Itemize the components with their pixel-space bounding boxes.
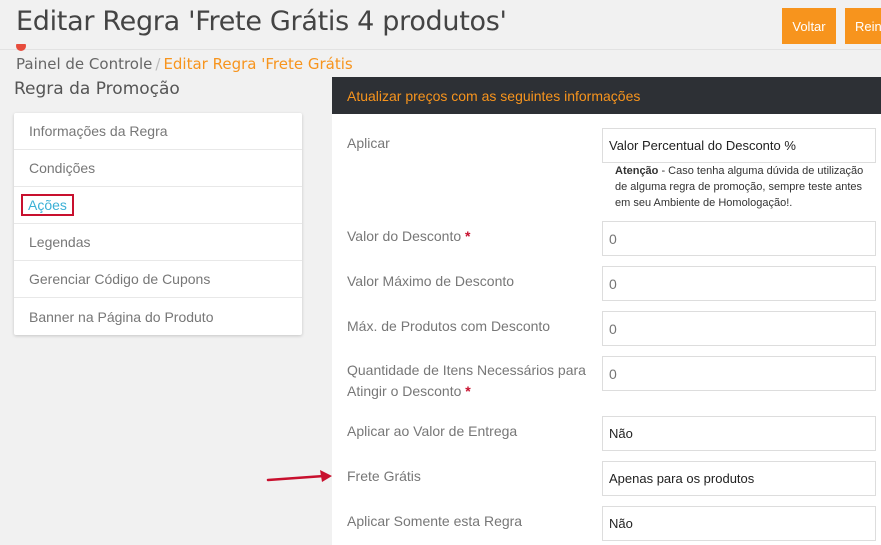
sidebar-item-condicoes[interactable]: Condições xyxy=(14,150,302,187)
quantidade-itens-input[interactable] xyxy=(609,365,875,382)
reset-button[interactable]: Reinici xyxy=(845,8,881,44)
sidebar-item-label: Legendas xyxy=(29,234,91,250)
sidebar-item-legendas[interactable]: Legendas xyxy=(14,224,302,261)
input-max-produtos[interactable] xyxy=(602,311,876,346)
label-text: Aplicar Somente esta Regra xyxy=(347,513,523,529)
input-quantidade-itens[interactable] xyxy=(602,356,876,391)
breadcrumb-separator: / xyxy=(155,55,161,73)
label-quantidade-itens: Quantidade de Itens Necessários para Ati… xyxy=(347,360,587,402)
required-mark: * xyxy=(465,228,471,244)
required-mark: * xyxy=(465,383,471,399)
sidebar-item-label: Informações da Regra xyxy=(29,123,168,139)
sidebar-menu: Informações da Regra Condições Ações Leg… xyxy=(14,113,302,335)
label-text: Aplicar ao Valor de Entrega xyxy=(347,423,518,439)
sidebar-title: Regra da Promoção xyxy=(14,79,180,99)
label-text: Frete Grátis xyxy=(347,468,421,484)
panel-header: Atualizar preços com as seguintes inform… xyxy=(332,77,881,114)
label-text: Valor Máximo de Desconto xyxy=(347,273,515,289)
label-text: Aplicar xyxy=(347,135,390,151)
sidebar-item-banner[interactable]: Banner na Página do Produto xyxy=(14,298,302,335)
input-valor-maximo[interactable] xyxy=(602,266,876,301)
notice-bold: Atenção xyxy=(615,165,659,177)
label-valor-desconto: Valor do Desconto * xyxy=(347,226,587,247)
select-aplicar[interactable]: Valor Percentual do Desconto % xyxy=(602,128,876,163)
valor-desconto-input[interactable] xyxy=(609,230,875,247)
max-produtos-input[interactable] xyxy=(609,320,875,337)
breadcrumb-home[interactable]: Painel de Controle xyxy=(16,55,152,73)
label-text: Valor do Desconto xyxy=(347,228,462,244)
sidebar-item-label: Condições xyxy=(29,160,96,176)
breadcrumb-current: Editar Regra 'Frete Grátis 4 produtos' xyxy=(163,55,356,73)
select-valor-entrega[interactable]: Não xyxy=(602,416,876,451)
sidebar-item-label: Banner na Página do Produto xyxy=(29,308,214,325)
attention-notice: Atenção - Caso tenha alguma dúvida de ut… xyxy=(615,163,875,211)
label-frete-gratis: Frete Grátis xyxy=(347,466,587,487)
label-max-produtos: Máx. de Produtos com Desconto xyxy=(347,316,587,337)
breadcrumb: Painel de Controle / Editar Regra 'Frete G… xyxy=(16,55,356,73)
status-dot-icon xyxy=(16,44,26,51)
label-text: Máx. de Produtos com Desconto xyxy=(347,318,551,334)
sidebar-item-label: Gerenciar Código de Cupons xyxy=(29,271,211,287)
select-frete-gratis[interactable]: Apenas para os produtos xyxy=(602,461,876,496)
hidden-row-strip xyxy=(16,44,461,52)
top-bar: Editar Regra 'Frete Grátis 4 produtos' V… xyxy=(0,0,881,50)
sidebar-item-cupons[interactable]: Gerenciar Código de Cupons xyxy=(14,261,302,298)
sidebar-item-label: Ações xyxy=(21,194,74,216)
back-button[interactable]: Voltar xyxy=(782,8,836,44)
sidebar-item-acoes[interactable]: Ações xyxy=(14,187,302,224)
annotation-arrow-icon xyxy=(266,470,332,482)
label-aplicar: Aplicar xyxy=(347,133,587,154)
select-aplicar-somente[interactable]: Não xyxy=(602,506,876,541)
label-valor-entrega: Aplicar ao Valor de Entrega xyxy=(347,421,587,442)
label-valor-maximo: Valor Máximo de Desconto xyxy=(347,271,587,292)
label-aplicar-somente: Aplicar Somente esta Regra xyxy=(347,511,587,532)
page-title: Editar Regra 'Frete Grátis 4 produtos' xyxy=(16,6,507,37)
sidebar-item-informacoes[interactable]: Informações da Regra xyxy=(14,113,302,150)
input-valor-desconto[interactable] xyxy=(602,221,876,256)
valor-maximo-input[interactable] xyxy=(609,275,875,292)
